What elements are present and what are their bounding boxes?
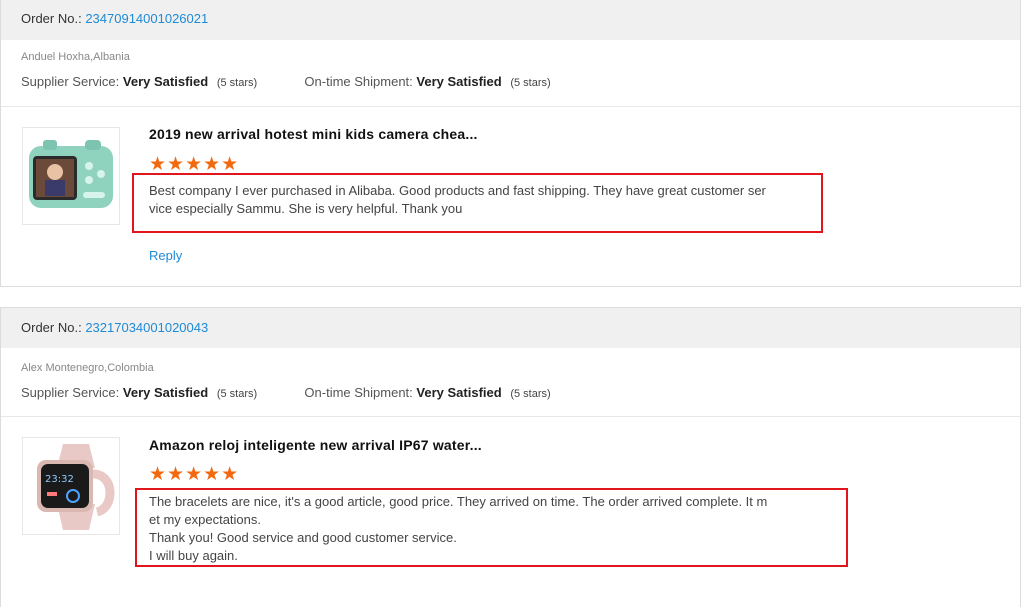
rating-stars: ★★★★★ (149, 154, 240, 175)
review-text: Best company I ever purchased in Alibaba… (149, 183, 766, 216)
review-card: Order No.: 23470914001026021 Anduel Hoxh… (0, 0, 1021, 287)
supplier-service-label: Supplier Service: (21, 74, 120, 89)
supplier-service-label: Supplier Service: (21, 385, 120, 400)
service-ratings: Supplier Service: Very Satisfied (5 star… (21, 74, 551, 89)
review-text: The bracelets are nice, it's a good arti… (149, 494, 768, 563)
divider (1, 416, 1020, 417)
buyer-name-country: Anduel Hoxha,Albania (21, 51, 130, 63)
product-title[interactable]: Amazon reloj inteligente new arrival IP6… (149, 437, 482, 453)
service-ratings: Supplier Service: Very Satisfied (5 star… (21, 385, 551, 400)
rating-stars: ★★★★★ (149, 464, 240, 485)
svg-text:23:32: 23:32 (45, 474, 74, 485)
order-number-label: Order No.: (21, 320, 82, 335)
product-thumbnail[interactable] (22, 127, 120, 225)
supplier-service-stars: (5 stars) (216, 388, 258, 400)
order-header: Order No.: 23470914001026021 (1, 0, 1020, 40)
supplier-service-stars: (5 stars) (216, 77, 258, 89)
divider (1, 106, 1020, 107)
order-header: Order No.: 23217034001020043 (1, 308, 1020, 348)
order-number-link[interactable]: 23470914001026021 (85, 11, 208, 26)
shipment-value: Very Satisfied (416, 385, 502, 400)
shipment-label: On-time Shipment: (304, 385, 413, 400)
product-title[interactable]: 2019 new arrival hotest mini kids camera… (149, 126, 478, 142)
smartwatch-image: 23:32 (23, 438, 119, 534)
order-number-link[interactable]: 23217034001020043 (85, 320, 208, 335)
shipment-stars: (5 stars) (510, 77, 551, 89)
order-number-label: Order No.: (21, 11, 82, 26)
shipment-stars: (5 stars) (510, 388, 551, 400)
reply-link[interactable]: Reply (149, 248, 182, 263)
buyer-name-country: Alex Montenegro,Colombia (21, 362, 154, 374)
shipment-value: Very Satisfied (416, 74, 502, 89)
review-card: Order No.: 23217034001020043 Alex Monten… (0, 307, 1021, 607)
shipment-label: On-time Shipment: (304, 74, 413, 89)
product-thumbnail[interactable]: 23:32 (22, 437, 120, 535)
kids-camera-image (23, 128, 119, 224)
supplier-service-value: Very Satisfied (122, 74, 209, 89)
supplier-service-value: Very Satisfied (122, 385, 209, 400)
